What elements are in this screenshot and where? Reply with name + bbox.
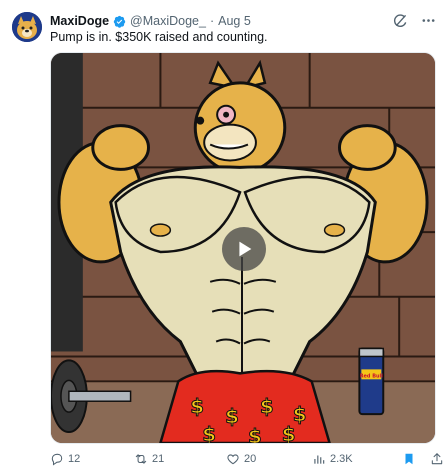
tweet-text: Pump is in. $350K raised and counting. bbox=[50, 30, 268, 44]
separator-dot: · bbox=[209, 14, 215, 28]
reply-button[interactable]: 12 bbox=[50, 450, 80, 468]
svg-text:Red Bull: Red Bull bbox=[360, 373, 384, 379]
share-button[interactable] bbox=[430, 450, 444, 468]
like-icon bbox=[227, 454, 239, 465]
retweet-icon bbox=[135, 454, 147, 464]
action-bar: 12 21 20 2.3K bbox=[50, 450, 443, 470]
svg-text:$: $ bbox=[225, 405, 239, 428]
grok-icon[interactable] bbox=[392, 12, 408, 28]
svg-text:$: $ bbox=[260, 395, 274, 418]
reply-count: 12 bbox=[68, 453, 81, 465]
tweet[interactable]: MaxiDoge @MaxiDoge_ · Aug 5 Pump is in. … bbox=[0, 0, 448, 475]
bookmark-button[interactable] bbox=[402, 450, 416, 468]
svg-text:$: $ bbox=[248, 425, 262, 443]
author-name[interactable]: MaxiDoge bbox=[50, 14, 109, 28]
views-icon bbox=[314, 455, 325, 464]
avatar[interactable] bbox=[12, 12, 42, 42]
share-icon bbox=[431, 453, 443, 465]
play-button[interactable] bbox=[222, 227, 266, 271]
verified-badge-icon[interactable] bbox=[113, 15, 126, 28]
svg-text:$: $ bbox=[190, 395, 204, 418]
more-icon[interactable] bbox=[420, 12, 436, 28]
retweet-count: 21 bbox=[152, 453, 165, 465]
retweet-button[interactable]: 21 bbox=[134, 450, 164, 468]
tweet-video[interactable]: $ $ $ $ $ $ $ Red Bull bbox=[50, 52, 436, 444]
view-count: 2.3K bbox=[330, 453, 353, 465]
tweet-date[interactable]: Aug 5 bbox=[218, 14, 251, 28]
bookmark-icon bbox=[405, 453, 413, 465]
svg-text:$: $ bbox=[282, 423, 296, 443]
header-actions bbox=[392, 12, 436, 28]
like-button[interactable]: 20 bbox=[226, 450, 256, 468]
author-handle[interactable]: @MaxiDoge_ bbox=[130, 14, 206, 28]
reply-icon bbox=[51, 453, 63, 466]
tweet-header: MaxiDoge @MaxiDoge_ · Aug 5 bbox=[50, 14, 251, 28]
svg-text:$: $ bbox=[202, 423, 216, 443]
views-button[interactable]: 2.3K bbox=[312, 450, 353, 468]
like-count: 20 bbox=[244, 453, 257, 465]
play-icon bbox=[239, 241, 252, 257]
